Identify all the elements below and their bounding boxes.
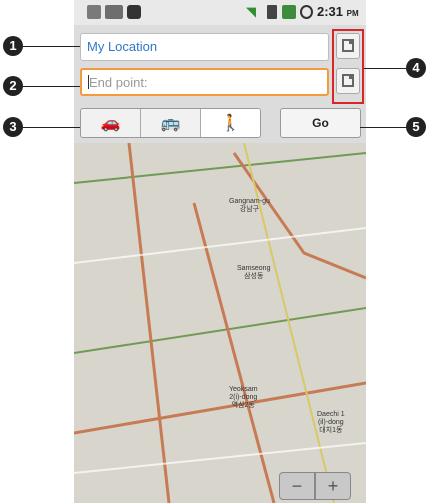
callout-line bbox=[23, 127, 80, 128]
alarm-icon bbox=[300, 5, 313, 19]
callout-2: 2 bbox=[3, 76, 23, 96]
callout-line bbox=[360, 127, 406, 128]
callout-3: 3 bbox=[3, 117, 23, 137]
highlight-box bbox=[332, 29, 364, 104]
map-label: Samseong 삼성동 bbox=[237, 265, 271, 280]
zoom-out-button[interactable]: − bbox=[279, 472, 315, 500]
mode-car-button[interactable]: 🚗 bbox=[81, 109, 141, 137]
notification-icon bbox=[105, 5, 123, 19]
mode-walk-button[interactable]: 🚶 bbox=[201, 109, 260, 137]
end-point-input[interactable]: End point: bbox=[80, 68, 329, 96]
map-label: Daechi 1 (il)-dong 대치1동 bbox=[317, 411, 345, 434]
callout-line bbox=[23, 86, 80, 87]
mode-bus-button[interactable]: 🚌 bbox=[141, 109, 201, 137]
battery-icon bbox=[282, 5, 296, 19]
walking-icon: 🚶 bbox=[220, 115, 241, 132]
sim-icon bbox=[267, 5, 277, 19]
go-button[interactable]: Go bbox=[280, 108, 361, 138]
callout-line bbox=[364, 68, 406, 69]
screen-icon bbox=[127, 5, 141, 19]
phone-screen: ◥ 2:31 PM My Location End point: 🚗 🚌 🚶 G… bbox=[74, 0, 366, 503]
callout-5: 5 bbox=[406, 117, 426, 137]
callout-1: 1 bbox=[3, 36, 23, 56]
bag-icon bbox=[87, 5, 101, 19]
status-bar: ◥ 2:31 PM bbox=[74, 0, 366, 25]
map-label: Yeoksam 2(i)-dong 역삼2동 bbox=[229, 386, 258, 409]
zoom-in-button[interactable]: + bbox=[315, 472, 351, 500]
callout-line bbox=[23, 46, 80, 47]
callout-4: 4 bbox=[406, 58, 426, 78]
start-point-input[interactable]: My Location bbox=[80, 33, 329, 61]
map-roads bbox=[74, 143, 366, 503]
clock: 2:31 PM bbox=[317, 4, 359, 19]
map-view[interactable]: Gangnam-gu 강남구 Samseong 삼성동 Yeoksam 2(i)… bbox=[74, 143, 366, 503]
signal-icon: ◥ bbox=[246, 4, 256, 19]
bus-icon: 🚌 bbox=[160, 115, 181, 132]
map-label: Gangnam-gu 강남구 bbox=[229, 198, 270, 213]
car-icon: 🚗 bbox=[100, 115, 121, 132]
travel-mode-selector: 🚗 🚌 🚶 bbox=[80, 108, 261, 138]
